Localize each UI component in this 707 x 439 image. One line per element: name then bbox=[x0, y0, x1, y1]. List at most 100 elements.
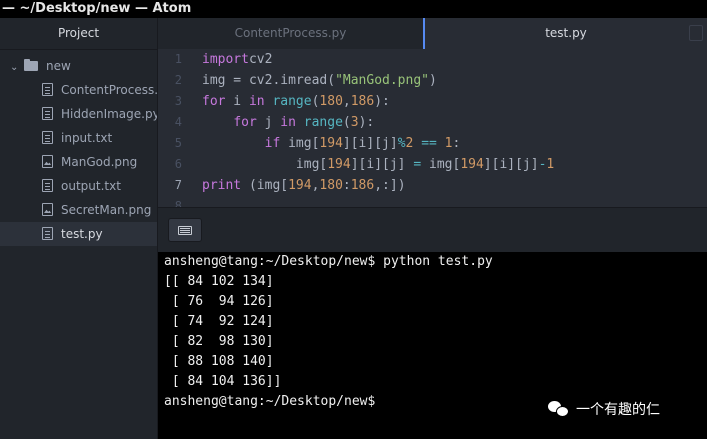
file-image-icon bbox=[42, 203, 53, 216]
code-line[interactable]: for i in range(180,186): bbox=[202, 91, 554, 112]
tab-scroll-icon[interactable] bbox=[689, 25, 703, 41]
file-label: ContentProcess.py bbox=[61, 83, 157, 97]
file-text-icon bbox=[42, 83, 53, 96]
code-line[interactable]: importcv2 bbox=[202, 49, 554, 70]
line-number: 7 bbox=[174, 178, 182, 192]
line-number: 2 bbox=[174, 73, 182, 87]
window-title: — ~/Desktop/new — Atom bbox=[0, 0, 707, 18]
code-token: range bbox=[272, 94, 312, 109]
line-number: 3 bbox=[174, 94, 182, 108]
file-contentprocess-py[interactable]: ContentProcess.py bbox=[0, 78, 157, 102]
file-text-icon bbox=[42, 107, 53, 120]
code-token: j bbox=[256, 115, 281, 130]
code-line[interactable]: if img[194][i][j]%2 == 1: bbox=[202, 133, 554, 154]
line-gutter: 12345678 bbox=[158, 49, 194, 213]
code-token: img[ bbox=[421, 157, 461, 172]
file-test-py[interactable]: test.py bbox=[0, 222, 157, 246]
code-token: img = cv2.imread( bbox=[202, 73, 336, 88]
code-token: 186 bbox=[350, 178, 375, 193]
code-line[interactable]: img[194][i][j] = img[194][i][j]-1 bbox=[202, 154, 554, 175]
code-token: 194 bbox=[327, 157, 351, 172]
code-token: img[ bbox=[280, 136, 320, 151]
watermark: 一个有趣的仁 bbox=[548, 398, 660, 420]
file-text-icon bbox=[42, 179, 53, 192]
terminal-line: ansheng@tang:~/Desktop/new$ python test.… bbox=[164, 254, 493, 269]
tree-view: Project ⌄ new ContentProcess.py HiddenIma… bbox=[0, 18, 158, 439]
code-token: ( bbox=[342, 115, 351, 130]
code-token: : bbox=[452, 136, 461, 151]
file-hiddenimage-py[interactable]: HiddenImage.py bbox=[0, 102, 157, 126]
file-output-txt[interactable]: output.txt bbox=[0, 174, 157, 198]
code-line[interactable]: for j in range(3): bbox=[202, 112, 554, 133]
file-label: HiddenImage.py bbox=[61, 107, 157, 121]
terminal-line: [ 84 104 136]] bbox=[164, 374, 282, 389]
code-token: in bbox=[248, 94, 265, 109]
code-token: 180 bbox=[319, 178, 343, 193]
code-token: 1 bbox=[546, 157, 555, 172]
file-text-icon bbox=[42, 131, 53, 144]
file-label: SecretMan.png bbox=[61, 203, 152, 217]
terminal-toolbar bbox=[158, 207, 707, 252]
code-token: ): bbox=[374, 94, 390, 109]
file-mangod-png[interactable]: ManGod.png bbox=[0, 150, 157, 174]
code-line[interactable]: print (img[194,180:186,:]) bbox=[202, 175, 554, 196]
code-token: 1 bbox=[444, 136, 453, 151]
line-number: 1 bbox=[174, 52, 182, 66]
code-token: range bbox=[303, 115, 343, 130]
code-token: : bbox=[342, 178, 351, 193]
line-number: 6 bbox=[174, 157, 182, 171]
code-token: img[ bbox=[202, 157, 328, 172]
terminal-line: [ 82 98 130] bbox=[164, 334, 274, 349]
tab-test-py[interactable]: test.py bbox=[423, 18, 707, 49]
chevron-down-icon: ⌄ bbox=[10, 62, 19, 73]
terminal-line: [[ 84 102 134] bbox=[164, 274, 274, 289]
code-token: cv2 bbox=[248, 52, 273, 67]
code-token: 3 bbox=[350, 115, 359, 130]
code-token: , bbox=[342, 94, 351, 109]
wechat-icon bbox=[548, 400, 570, 418]
code-token: if bbox=[264, 136, 281, 151]
code-token: print bbox=[202, 178, 242, 193]
code-token: 194 bbox=[319, 136, 343, 151]
line-number: 4 bbox=[174, 115, 182, 129]
folder-new[interactable]: ⌄ new bbox=[0, 54, 157, 78]
tab-bar: ContentProcess.py test.py bbox=[158, 18, 707, 49]
folder-label: new bbox=[46, 59, 71, 73]
code-token: ][i][j] bbox=[350, 157, 414, 172]
line-number: 5 bbox=[174, 136, 182, 150]
tab-contentprocess-py[interactable]: ContentProcess.py bbox=[158, 18, 423, 49]
file-label: test.py bbox=[61, 227, 103, 241]
file-image-icon bbox=[42, 155, 53, 168]
code-token: % bbox=[397, 136, 406, 151]
watermark-text: 一个有趣的仁 bbox=[576, 402, 660, 418]
code-line[interactable]: img = cv2.imread("ManGod.png") bbox=[202, 70, 554, 91]
folder-icon bbox=[24, 58, 38, 71]
code-token: "ManGod.png" bbox=[335, 73, 429, 88]
file-tree: ⌄ new ContentProcess.py HiddenImage.py in… bbox=[0, 50, 157, 246]
file-input-txt[interactable]: input.txt bbox=[0, 126, 157, 150]
code-token: (img[ bbox=[241, 178, 289, 193]
code-token: == bbox=[421, 136, 437, 151]
file-label: ManGod.png bbox=[61, 155, 138, 169]
keyboard-icon bbox=[178, 226, 192, 235]
file-secretman-png[interactable]: SecretMan.png bbox=[0, 198, 157, 222]
code-token: ][i][j] bbox=[483, 157, 539, 172]
project-header[interactable]: Project bbox=[0, 18, 157, 50]
terminal-line: [ 88 108 140] bbox=[164, 354, 274, 369]
code-token: for bbox=[233, 115, 257, 130]
terminal-line: [ 76 94 126] bbox=[164, 294, 274, 309]
code-token: = bbox=[413, 157, 422, 172]
terminal-line: [ 74 92 124] bbox=[164, 314, 274, 329]
code-editor[interactable]: 12345678 importcv2 img = cv2.imread("ManG… bbox=[158, 49, 707, 213]
code-token: 194 bbox=[460, 157, 484, 172]
code-token: ,:]) bbox=[374, 178, 406, 193]
keyboard-button[interactable] bbox=[168, 218, 202, 242]
code-token: ) bbox=[428, 73, 437, 88]
code-token: 186 bbox=[350, 94, 375, 109]
code-token: import bbox=[202, 52, 249, 67]
code-lines[interactable]: importcv2 img = cv2.imread("ManGod.png") f… bbox=[202, 49, 554, 217]
code-token: 194 bbox=[288, 178, 312, 193]
